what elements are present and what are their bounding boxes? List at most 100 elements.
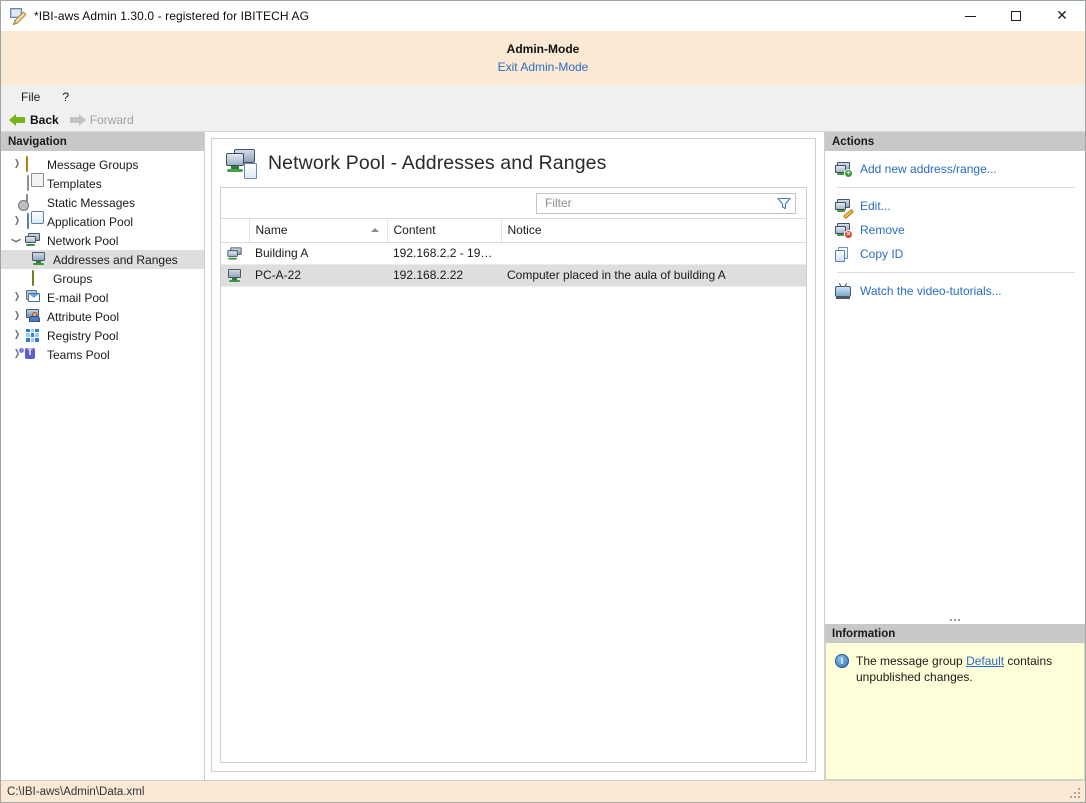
information-text-before: The message group [856, 654, 966, 668]
back-button[interactable]: Back [9, 113, 59, 127]
minimize-button[interactable] [947, 1, 993, 31]
cell-name: PC-A-22 [249, 264, 387, 286]
exit-admin-mode-link[interactable]: Exit Admin-Mode [498, 60, 589, 74]
sidebar-item-application-pool[interactable]: ❯ Application Pool [1, 212, 204, 231]
navigation-toolbar: Back Forward [1, 108, 1085, 132]
cell-content: 192.168.2.22 [387, 264, 501, 286]
pages-icon [25, 176, 41, 192]
action-label: Edit... [860, 199, 891, 213]
actions-header: Actions [825, 132, 1085, 151]
tv-icon [835, 284, 852, 299]
chevron-right-icon[interactable]: ❯ [11, 217, 24, 226]
chevron-right-icon[interactable]: ❯ [11, 312, 24, 321]
pane-splitter[interactable] [825, 615, 1085, 624]
addresses-table: Name Content Notice [221, 219, 806, 287]
chevron-right-icon[interactable]: ❯ [11, 293, 24, 302]
column-header-notice[interactable]: Notice [501, 219, 806, 242]
content-frame: Network Pool - Addresses and Ranges [211, 138, 816, 772]
search-input[interactable] [545, 196, 777, 210]
edit-monitor-icon [835, 199, 852, 214]
default-message-group-link[interactable]: Default [966, 654, 1004, 668]
resize-grip-icon[interactable] [1070, 788, 1081, 799]
range-icon [227, 246, 243, 260]
sidebar-item-static-messages[interactable]: Static Messages [1, 193, 204, 212]
column-header-content[interactable]: Content [387, 219, 501, 242]
copy-id-action[interactable]: Copy ID [825, 242, 1085, 266]
action-label: Add new address/range... [860, 162, 997, 176]
table-row[interactable]: Building A 192.168.2.2 - 192.1... [221, 242, 806, 264]
actions-divider [837, 272, 1075, 273]
sidebar-item-attribute-pool[interactable]: ❯ Attribute Pool [1, 307, 204, 326]
sidebar-item-message-groups[interactable]: ❯ Message Groups [1, 155, 204, 174]
filter-input-box[interactable] [536, 193, 796, 214]
application-window: *IBI-aws Admin 1.30.0 - registered for I… [0, 0, 1086, 803]
sidebar-item-label: Message Groups [47, 158, 138, 172]
sidebar-item-addresses-and-ranges[interactable]: Addresses and Ranges [1, 250, 204, 269]
row-icon-cell [221, 264, 249, 286]
window-controls: ✕ [947, 1, 1085, 31]
information-text: The message group Default contains unpub… [856, 653, 1074, 685]
column-header-icon[interactable] [221, 219, 249, 242]
actions-divider [837, 187, 1075, 188]
teams-icon [25, 347, 41, 363]
sidebar-item-label: Templates [47, 177, 102, 191]
admin-mode-title: Admin-Mode [507, 42, 580, 56]
back-button-label: Back [30, 113, 59, 127]
filter-row [221, 188, 806, 219]
sidebar-item-label: Application Pool [47, 215, 133, 229]
sidebar-item-groups[interactable]: Groups [1, 269, 204, 288]
menu-item-help[interactable]: ? [52, 87, 79, 107]
table-row[interactable]: PC-A-22 192.168.2.22 Computer placed in … [221, 264, 806, 286]
sidebar-item-label: Addresses and Ranges [53, 253, 178, 267]
maximize-button[interactable] [993, 1, 1039, 31]
orange-cube-icon [25, 157, 41, 173]
sidebar-item-network-pool[interactable]: ❮ Network Pool [1, 231, 204, 250]
actions-pane: Actions + Add new address/range... [825, 132, 1085, 615]
menu-bar: File ? [1, 85, 1085, 108]
monitor-small-icon [31, 252, 47, 268]
sidebar-item-label: Network Pool [47, 234, 118, 248]
arrow-left-icon [9, 113, 26, 127]
sidebar-item-teams-pool[interactable]: ❯ Teams Pool [1, 345, 204, 364]
forward-button[interactable]: Forward [69, 113, 134, 127]
chevron-right-icon[interactable]: ❯ [11, 331, 24, 340]
chevron-down-icon[interactable]: ❮ [13, 234, 22, 247]
main-body: Navigation ❯ Message Groups Templates St… [1, 132, 1085, 780]
content-pane: Network Pool - Addresses and Ranges [205, 132, 825, 780]
row-icon-cell [221, 242, 249, 264]
sidebar-item-label: Static Messages [47, 196, 135, 210]
column-header-name-label: Name [256, 223, 288, 237]
sort-ascending-icon [371, 228, 379, 232]
arrow-right-icon [69, 113, 86, 127]
chevron-right-icon[interactable]: ❯ [11, 160, 24, 169]
table-empty-area [221, 287, 806, 763]
sidebar-item-email-pool[interactable]: ❯ E-mail Pool [1, 288, 204, 307]
sidebar-item-templates[interactable]: Templates [1, 174, 204, 193]
sidebar-item-label: Attribute Pool [47, 310, 119, 324]
remove-action[interactable]: × Remove [825, 218, 1085, 242]
data-grid: Name Content Notice [220, 187, 807, 763]
menu-item-file[interactable]: File [11, 87, 50, 107]
title-bar: *IBI-aws Admin 1.30.0 - registered for I… [1, 1, 1085, 31]
close-button[interactable]: ✕ [1039, 1, 1085, 31]
cell-notice [501, 242, 806, 264]
watch-video-tutorials-action[interactable]: Watch the video-tutorials... [825, 279, 1085, 303]
action-label: Remove [860, 223, 905, 237]
action-label: Copy ID [860, 247, 903, 261]
right-rail: Actions + Add new address/range... [825, 132, 1085, 780]
table-header: Name Content Notice [221, 219, 806, 242]
sidebar-item-registry-pool[interactable]: ❯ Registry Pool [1, 326, 204, 345]
information-pane: Information i The message group Default … [825, 624, 1085, 780]
edit-action[interactable]: Edit... [825, 194, 1085, 218]
column-header-name[interactable]: Name [249, 219, 387, 242]
add-new-address-range-action[interactable]: + Add new address/range... [825, 157, 1085, 181]
user-attribute-icon [25, 309, 41, 325]
table-body: Building A 192.168.2.2 - 192.1... [221, 242, 806, 286]
mail-icon [25, 290, 41, 306]
gear-page-icon [25, 195, 41, 211]
action-label: Watch the video-tutorials... [860, 284, 1002, 298]
window-title: *IBI-aws Admin 1.30.0 - registered for I… [34, 9, 309, 23]
funnel-icon[interactable] [777, 197, 791, 210]
navigation-pane: Navigation ❯ Message Groups Templates St… [1, 132, 205, 780]
pen-icon [9, 7, 27, 25]
